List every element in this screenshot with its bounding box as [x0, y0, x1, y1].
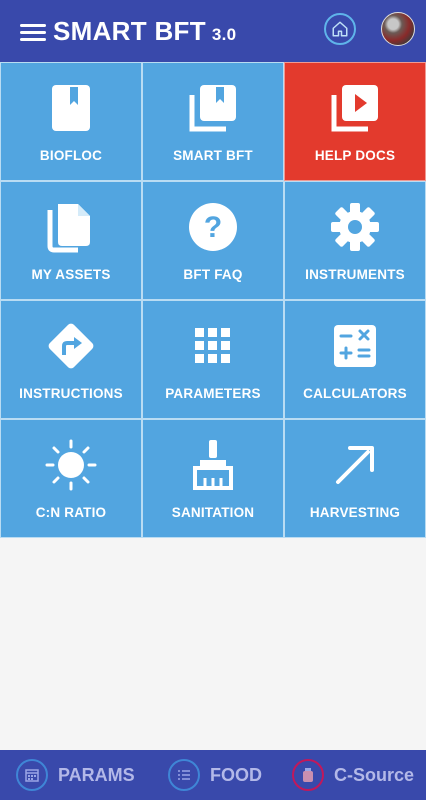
- tile-smart-bft[interactable]: SMART BFT: [142, 62, 284, 181]
- menu-grid: BIOFLOC SMART BFT HELP DOCS MY ASSETS ?: [0, 62, 426, 538]
- nav-food[interactable]: FOOD: [168, 750, 262, 800]
- gear-icon: [331, 203, 379, 251]
- video-library-icon: [331, 85, 378, 132]
- nav-label: C-Source: [334, 764, 415, 785]
- brush-icon: [193, 440, 233, 490]
- tile-parameters[interactable]: PARAMETERS: [142, 300, 284, 419]
- list-icon: [168, 759, 200, 791]
- nav-c-source[interactable]: C-Source: [292, 750, 414, 800]
- tile-sanitation[interactable]: SANITATION: [142, 419, 284, 538]
- app-title-text: SMART BFT: [53, 16, 206, 46]
- sun-icon: [45, 439, 97, 491]
- tile-bft-faq[interactable]: ? BFT FAQ: [142, 181, 284, 300]
- tile-my-assets[interactable]: MY ASSETS: [0, 181, 142, 300]
- svg-text:?: ?: [204, 211, 222, 244]
- tile-label: BIOFLOC: [39, 148, 103, 163]
- home-icon[interactable]: [324, 13, 356, 45]
- directions-icon: [48, 323, 94, 369]
- nav-params[interactable]: PARAMS: [16, 750, 135, 800]
- tile-label: SMART BFT: [173, 148, 253, 163]
- tile-cn-ratio[interactable]: C:N RATIO: [0, 419, 142, 538]
- calendar-icon: [16, 759, 48, 791]
- tile-calculators[interactable]: CALCULATORS: [284, 300, 426, 419]
- nav-label: PARAMS: [58, 764, 135, 785]
- tile-label: PARAMETERS: [165, 386, 261, 401]
- arrow-up-right-icon: [336, 446, 374, 484]
- tile-label: HELP DOCS: [314, 148, 396, 163]
- tile-label: MY ASSETS: [31, 267, 111, 282]
- tile-label: SANITATION: [171, 505, 255, 520]
- tile-harvesting[interactable]: HARVESTING: [284, 419, 426, 538]
- user-avatar[interactable]: [381, 12, 415, 46]
- tile-label: INSTRUCTIONS: [19, 386, 123, 401]
- tile-label: BFT FAQ: [183, 267, 243, 282]
- tile-label: C:N RATIO: [35, 505, 107, 520]
- hamburger-menu-icon[interactable]: [20, 22, 46, 42]
- nav-label: FOOD: [210, 764, 262, 785]
- app-version: 3.0: [211, 25, 237, 44]
- grid-icon: [195, 328, 230, 363]
- book-icon: [52, 85, 90, 131]
- tile-label: HARVESTING: [309, 505, 401, 520]
- app-bar: SMART BFT 3.0: [0, 0, 426, 62]
- documents-icon: [47, 204, 90, 253]
- tile-instructions[interactable]: INSTRUCTIONS: [0, 300, 142, 419]
- tile-label: INSTRUMENTS: [305, 267, 405, 282]
- app-title: SMART BFT 3.0: [53, 16, 236, 47]
- tile-biofloc[interactable]: BIOFLOC: [0, 62, 142, 181]
- jar-icon: [292, 759, 324, 791]
- calculator-icon: [334, 325, 376, 367]
- tile-instruments[interactable]: INSTRUMENTS: [284, 181, 426, 300]
- help-circle-icon: ?: [189, 203, 237, 251]
- bottom-nav: PARAMS FOOD C-Source: [0, 750, 426, 800]
- tile-help-docs[interactable]: HELP DOCS: [284, 62, 426, 181]
- tile-label: CALCULATORS: [303, 386, 407, 401]
- library-books-icon: [189, 85, 236, 132]
